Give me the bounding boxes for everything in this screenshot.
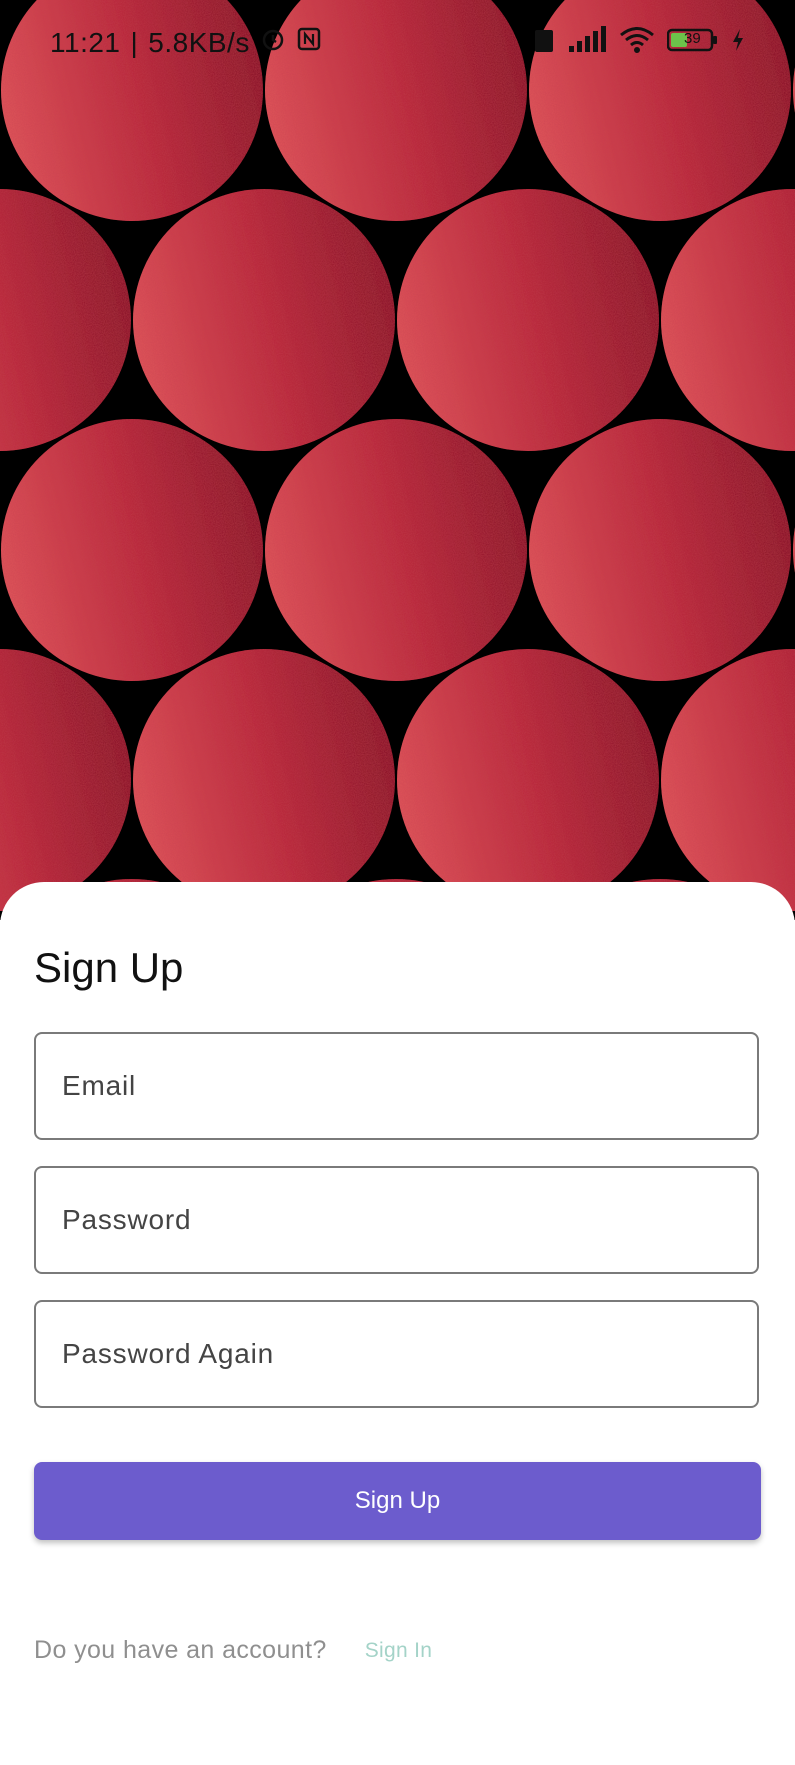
email-input[interactable] [36, 1034, 757, 1138]
circle-pattern [0, 0, 795, 920]
page-title: Sign Up [34, 944, 184, 991]
alarm-icon [260, 26, 286, 59]
sign-up-button[interactable]: Sign Up [34, 1462, 761, 1540]
pattern-circle [397, 189, 659, 451]
account-question-text: Do you have an account? [34, 1636, 327, 1664]
sign-in-link[interactable]: Sign In [365, 1639, 432, 1663]
battery-level: 39 [684, 30, 701, 47]
pattern-circle [0, 649, 131, 911]
pattern-circle [265, 419, 527, 681]
battery-icon: 39 [666, 27, 719, 58]
status-time: 11:21 [50, 26, 121, 58]
pattern-circle [133, 649, 395, 911]
status-bar-right: 39 [533, 26, 745, 59]
pattern-circle [1, 419, 263, 681]
signin-prompt: Do you have an account? Sign In [34, 1636, 432, 1665]
pattern-circle [133, 189, 395, 451]
password-input[interactable] [36, 1168, 757, 1272]
charging-icon [731, 27, 745, 58]
signal-icon [567, 26, 607, 59]
password-again-field-container [34, 1300, 759, 1408]
status-network-speed: 5.8KB/s [148, 26, 250, 58]
nfc-icon [296, 26, 322, 59]
wifi-icon [619, 26, 655, 59]
pattern-circle [0, 189, 131, 451]
sim-icon [533, 26, 555, 59]
pattern-circle [397, 649, 659, 911]
status-bar-left: 11:21 | 5.8KB/s [50, 26, 322, 59]
password-again-input[interactable] [36, 1302, 757, 1406]
pattern-circle [661, 649, 795, 911]
status-separator: | [130, 26, 139, 58]
email-field-container [34, 1032, 759, 1140]
pattern-circle [661, 189, 795, 451]
password-field-container [34, 1166, 759, 1274]
signup-sheet: Sign Up Sign Up Do you have an account? … [0, 882, 795, 1765]
status-bar: 11:21 | 5.8KB/s 39 [0, 0, 795, 90]
hero-background [0, 0, 795, 920]
pattern-circle [529, 419, 791, 681]
